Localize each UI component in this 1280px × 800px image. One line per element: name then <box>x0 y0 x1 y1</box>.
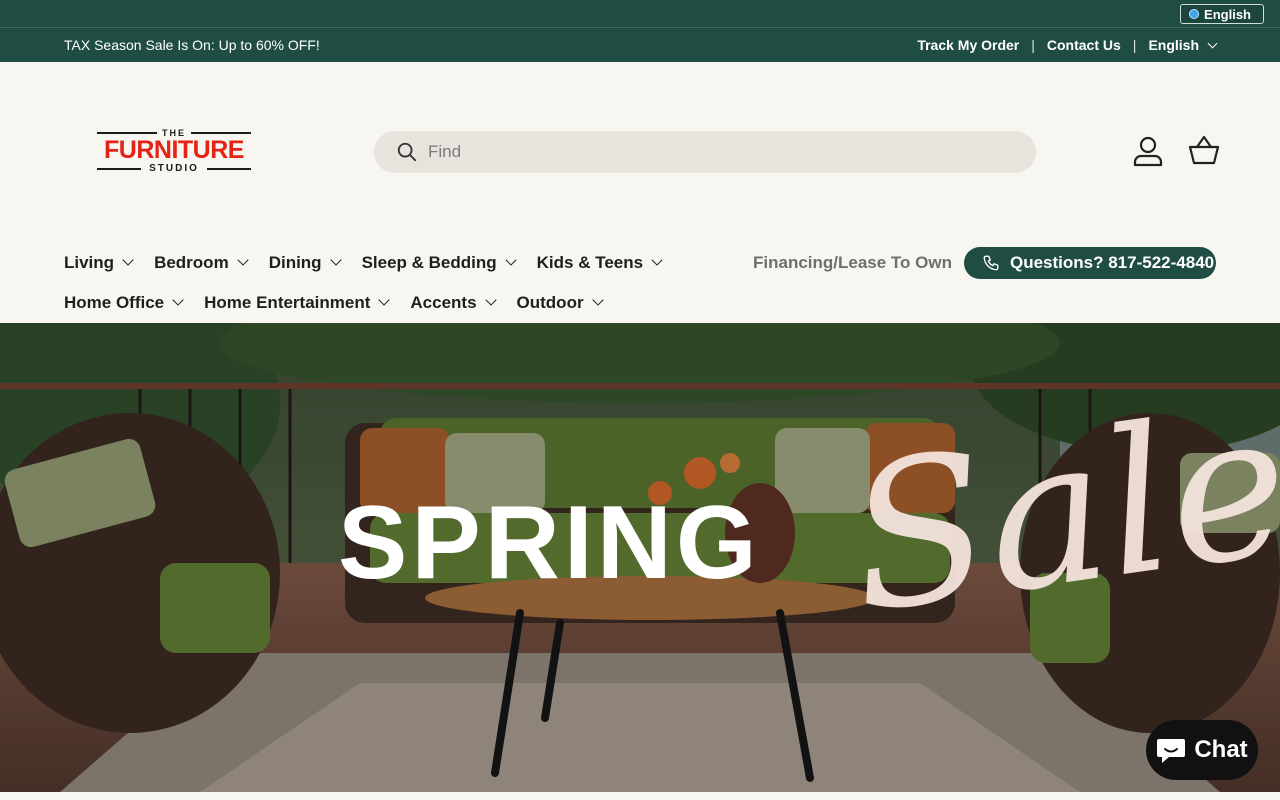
nav-item-outdoor[interactable]: Outdoor <box>516 293 604 313</box>
promo-text: TAX Season Sale Is On: Up to 60% OFF! <box>64 37 320 53</box>
contact-us-link[interactable]: Contact Us <box>1047 37 1121 53</box>
chevron-down-icon <box>122 254 134 266</box>
nav-row-secondary: Home Office Home Entertainment Accents O… <box>64 293 604 313</box>
nav-item-sleep-bedding[interactable]: Sleep & Bedding <box>361 253 517 273</box>
chevron-down-icon <box>172 294 184 306</box>
hero-banner[interactable]: SPRING Sale <box>0 323 1280 792</box>
logo-furniture: FURNITURE <box>104 136 244 164</box>
account-icon[interactable] <box>1132 135 1164 167</box>
nav-label: Accents <box>410 293 477 312</box>
nav-label: Home Entertainment <box>204 293 371 312</box>
cart-icon[interactable] <box>1188 135 1220 167</box>
search-input[interactable] <box>428 142 988 162</box>
financing-link[interactable]: Financing/Lease To Own <box>753 253 952 273</box>
store-logo[interactable]: THE FURNITURE STUDIO <box>97 128 251 174</box>
chat-button[interactable]: Chat <box>1146 720 1258 780</box>
nav-label: Dining <box>268 253 322 272</box>
nav-item-bedroom[interactable]: Bedroom <box>154 253 249 273</box>
hero-headline: SPRING <box>338 485 761 601</box>
nav-label: Bedroom <box>154 253 229 272</box>
site-header: THE FURNITURE STUDIO <box>0 62 1280 232</box>
chat-bubble-icon <box>1157 739 1186 763</box>
questions-phone-button[interactable]: Questions? 817-522-4840 <box>964 247 1216 279</box>
nav-row-primary: Living Bedroom Dining Sleep & Bedding Ki… <box>64 253 663 273</box>
nav-item-home-entertainment[interactable]: Home Entertainment <box>204 293 391 313</box>
nav-item-living[interactable]: Living <box>64 253 134 273</box>
utility-links: Track My Order | Contact Us | English <box>917 37 1218 53</box>
chevron-down-icon <box>591 294 604 306</box>
search-bar[interactable] <box>374 131 1036 173</box>
language-strip: English <box>0 0 1280 28</box>
nav-label: Kids & Teens <box>536 253 644 272</box>
chevron-down-icon <box>378 294 391 306</box>
nav-label: Outdoor <box>516 293 584 312</box>
announcement-bar: TAX Season Sale Is On: Up to 60% OFF! Tr… <box>0 28 1280 62</box>
search-icon[interactable] <box>396 141 418 163</box>
language-pill-label: English <box>1204 6 1251 22</box>
nav-item-accents[interactable]: Accents <box>410 293 497 313</box>
track-order-link[interactable]: Track My Order <box>917 37 1019 53</box>
phone-icon <box>983 255 999 271</box>
nav-item-home-office[interactable]: Home Office <box>64 293 184 313</box>
hero-script-text: Sale <box>835 366 1280 659</box>
nav-item-dining[interactable]: Dining <box>268 253 342 273</box>
chevron-down-icon <box>237 254 249 266</box>
separator: | <box>1031 37 1035 53</box>
nav-label: Sleep & Bedding <box>361 253 497 272</box>
chevron-down-icon <box>504 254 517 266</box>
phone-button-label: Questions? 817-522-4840 <box>1010 253 1215 272</box>
logo-studio: STUDIO <box>149 163 199 174</box>
chevron-down-icon <box>651 254 663 266</box>
nav-label: Living <box>64 253 115 272</box>
chevron-down-icon <box>1207 38 1218 49</box>
chevron-down-icon <box>329 254 342 266</box>
language-selector-pill[interactable]: English <box>1180 4 1264 24</box>
language-dropdown-label: English <box>1148 37 1199 53</box>
main-navigation: Living Bedroom Dining Sleep & Bedding Ki… <box>0 232 1280 324</box>
globe-icon <box>1189 9 1200 19</box>
nav-label: Home Office <box>64 293 165 312</box>
chevron-down-icon <box>484 294 497 306</box>
page-bottom-strip <box>0 792 1280 800</box>
language-dropdown[interactable]: English <box>1148 37 1218 53</box>
nav-item-kids-teens[interactable]: Kids & Teens <box>536 253 663 273</box>
separator: | <box>1132 37 1137 53</box>
chat-label: Chat <box>1194 736 1248 763</box>
